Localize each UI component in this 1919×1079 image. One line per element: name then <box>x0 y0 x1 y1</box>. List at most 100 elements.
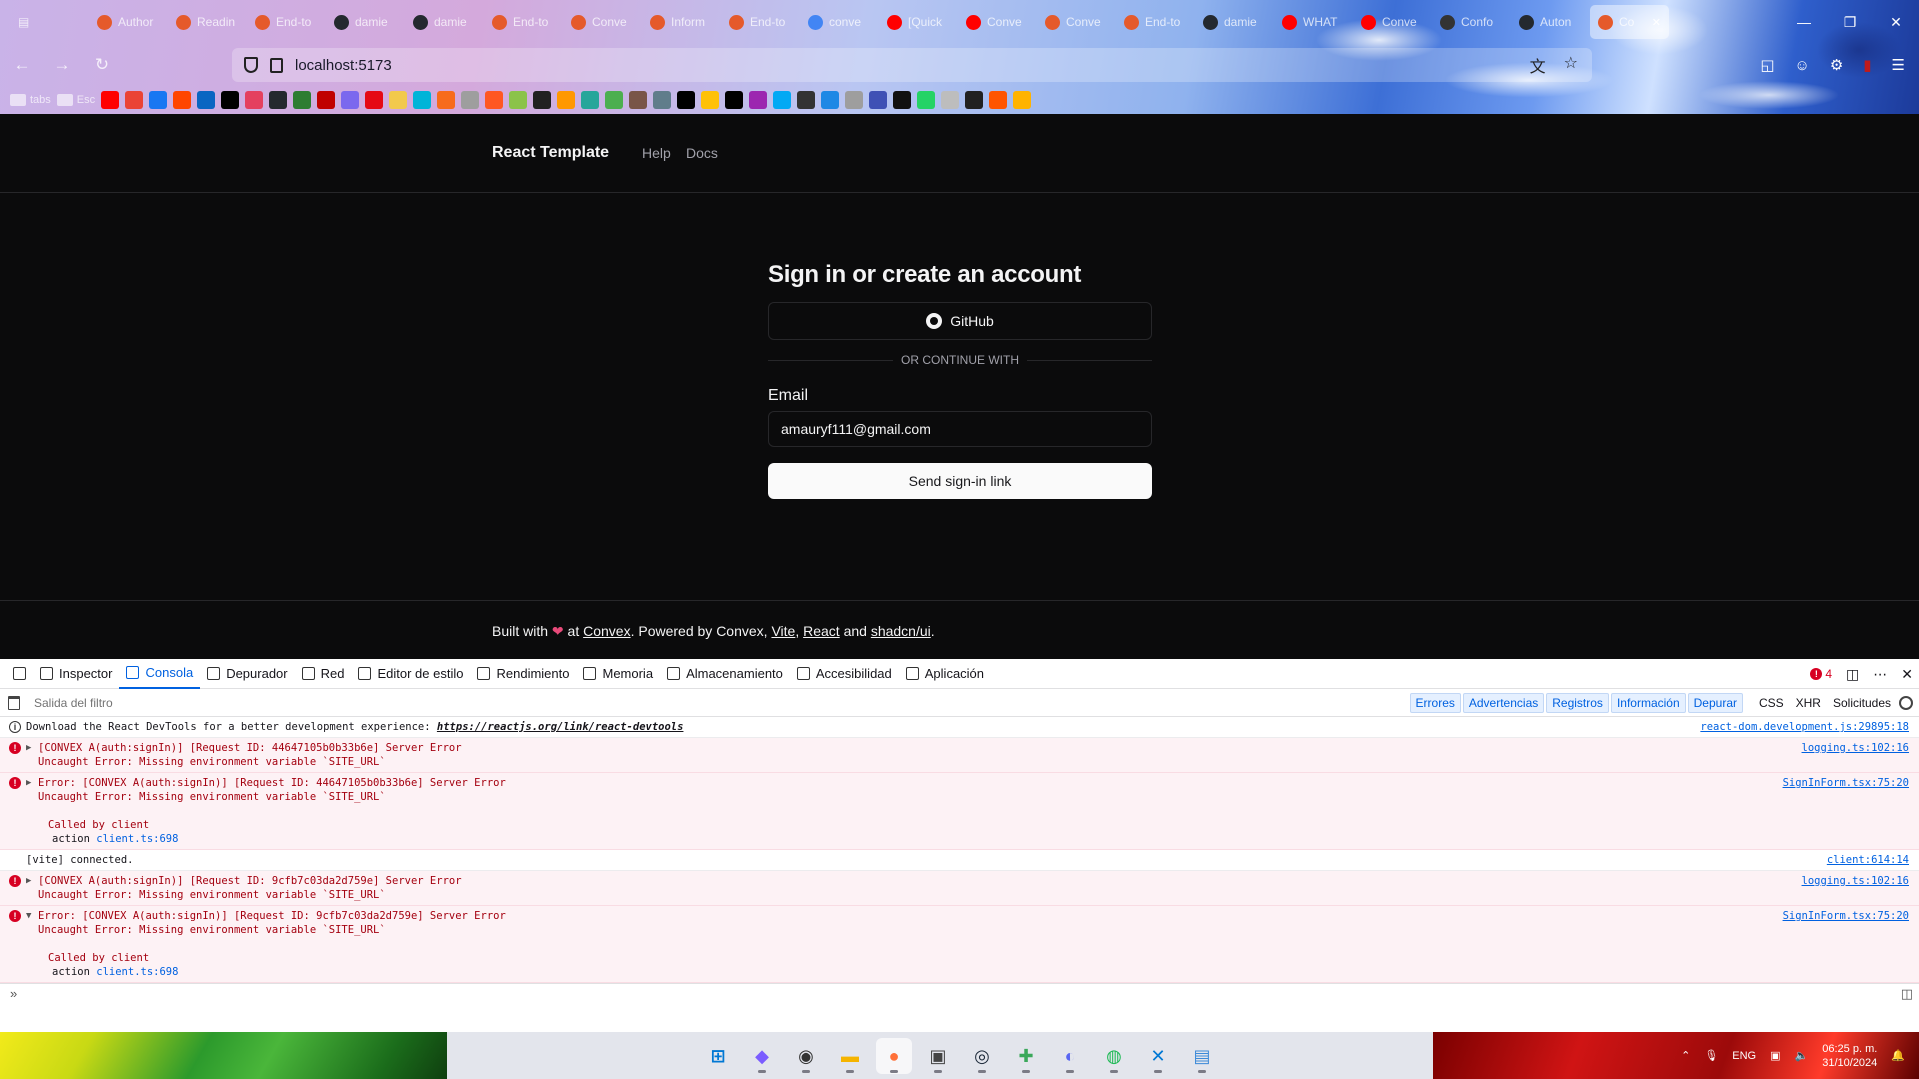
element-picker-icon[interactable] <box>6 659 33 689</box>
request-filter-toggle[interactable]: Solicitudes <box>1833 696 1891 710</box>
bookmark-item[interactable] <box>293 90 312 110</box>
console-message[interactable]: ! ▶ [CONVEX A(auth:signIn)] [Request ID: 4… <box>0 738 1919 773</box>
taskbar-obs-icon[interactable]: ◉ <box>788 1038 824 1074</box>
console-message[interactable]: i Download the React DevTools for a bette… <box>0 717 1919 738</box>
request-filter-toggle[interactable]: CSS <box>1759 696 1784 710</box>
browser-tab[interactable]: Readin <box>168 5 247 39</box>
taskbar-discord-icon[interactable]: ◐ <box>1052 1038 1088 1074</box>
bookmark-item[interactable] <box>245 90 264 110</box>
bookmark-item[interactable] <box>365 90 384 110</box>
bookmark-item[interactable] <box>485 90 504 110</box>
bookmark-item[interactable] <box>581 90 600 110</box>
devtools-tab[interactable]: Inspector <box>33 659 119 689</box>
browser-tab[interactable]: damie <box>1195 5 1274 39</box>
browser-tab[interactable]: Conve <box>563 5 642 39</box>
taskbar-vscode-icon[interactable]: ✕ <box>1140 1038 1176 1074</box>
more-options-icon[interactable]: ⋯ <box>1873 666 1887 683</box>
devtools-tab[interactable]: Aplicación <box>899 659 991 689</box>
bookmark-item[interactable] <box>509 90 528 110</box>
bookmark-item[interactable] <box>989 90 1008 110</box>
browser-tab[interactable]: End-to <box>721 5 800 39</box>
log-level-toggle[interactable]: Información <box>1610 693 1686 713</box>
nav-link-help[interactable]: Help <box>642 145 671 161</box>
close-tab-icon[interactable]: ✕ <box>1652 16 1661 29</box>
expand-triangle-icon[interactable]: ▶ <box>26 741 31 755</box>
bookmark-item[interactable] <box>605 90 624 110</box>
bookmark-item[interactable] <box>317 90 336 110</box>
browser-tab[interactable]: conve <box>800 5 879 39</box>
bookmark-item[interactable] <box>125 90 144 110</box>
log-level-toggle[interactable]: Registros <box>1546 693 1609 713</box>
account-icon[interactable]: ☺ <box>1795 57 1810 74</box>
bookmark-item[interactable] <box>893 90 912 110</box>
console-message[interactable]: ! ▶ [CONVEX A(auth:signIn)] [Request ID: 9… <box>0 871 1919 906</box>
bookmark-item[interactable] <box>821 90 840 110</box>
devtools-tab[interactable]: Editor de estilo <box>351 659 470 689</box>
browser-tab[interactable]: End-to <box>247 5 326 39</box>
bookmark-item[interactable] <box>221 90 240 110</box>
console-message[interactable]: ! ▶ Error: [CONVEX A(auth:signIn)] [Reques… <box>0 773 1919 850</box>
bookmark-item[interactable] <box>341 90 360 110</box>
bookmark-item[interactable] <box>965 90 984 110</box>
devtools-tab[interactable]: Red <box>295 659 352 689</box>
taskbar-spotify-icon[interactable]: ◍ <box>1096 1038 1132 1074</box>
devtools-link[interactable]: https://reactjs.org/link/react-devtools <box>437 721 684 733</box>
filter-output-input[interactable] <box>34 695 434 710</box>
message-source-link[interactable]: react-dom.development.js:29895:18 <box>1700 720 1909 734</box>
stack-source-link[interactable]: client.ts:698 <box>96 833 178 845</box>
bookmark-item[interactable] <box>269 90 288 110</box>
bookmark-item[interactable] <box>533 90 552 110</box>
message-source-link[interactable]: logging.ts:102:16 <box>1802 741 1909 755</box>
stack-source-link[interactable]: client.ts:698 <box>96 966 178 978</box>
mic-icon[interactable]: 🎙 <box>1704 1049 1718 1062</box>
devtools-tab[interactable]: Accesibilidad <box>790 659 899 689</box>
browser-tab[interactable]: Co ✕ <box>1590 5 1669 39</box>
restore-icon[interactable]: ❐ <box>1827 0 1873 44</box>
bookmark-star-icon[interactable]: ☆ <box>1564 53 1578 77</box>
language-indicator[interactable]: ENG <box>1732 1050 1756 1062</box>
bookmark-item[interactable] <box>173 90 192 110</box>
nav-link-docs[interactable]: Docs <box>686 145 718 161</box>
taskbar-minecraft-icon[interactable]: ▣ <box>920 1038 956 1074</box>
taskbar-steam-icon[interactable]: ◎ <box>964 1038 1000 1074</box>
translate-icon[interactable]: 文 <box>1530 53 1546 77</box>
close-devtools-icon[interactable]: ✕ <box>1901 666 1913 683</box>
log-level-toggle[interactable]: Advertencias <box>1462 693 1545 713</box>
taskbar-start-icon[interactable]: ⊞ <box>700 1038 736 1074</box>
bookmark-item[interactable] <box>197 90 216 110</box>
taskbar-files-icon[interactable]: ▬ <box>832 1038 868 1074</box>
browser-tab[interactable]: Author <box>89 5 168 39</box>
expand-triangle-icon[interactable]: ▶ <box>26 776 31 790</box>
notifications-icon[interactable]: 🔔 <box>1891 1049 1905 1062</box>
taskbar-firefox-icon[interactable]: ● <box>876 1038 912 1074</box>
browser-tab[interactable]: [Quick <box>879 5 958 39</box>
message-source-link[interactable]: SignInForm.tsx:75:20 <box>1783 909 1909 923</box>
bookmark-item[interactable] <box>725 90 744 110</box>
tray-overflow-icon[interactable]: ⌃ <box>1681 1049 1690 1062</box>
vite-link[interactable]: Vite <box>771 623 795 639</box>
bookmark-item[interactable] <box>629 90 648 110</box>
browser-tab[interactable]: Conve <box>1353 5 1432 39</box>
browser-tab[interactable]: damie <box>326 5 405 39</box>
tracking-shield-icon[interactable] <box>244 57 258 73</box>
taskbar-notepad-icon[interactable]: ▤ <box>1184 1038 1220 1074</box>
volume-icon[interactable]: 🔈 <box>1795 1049 1809 1062</box>
browser-tab[interactable]: Conve <box>958 5 1037 39</box>
bookmark-item[interactable] <box>845 90 864 110</box>
react-link[interactable]: React <box>803 623 840 639</box>
reload-icon[interactable]: ↻ <box>84 49 120 81</box>
message-source-link[interactable]: logging.ts:102:16 <box>1802 874 1909 888</box>
bookmark-folder[interactable]: Esc <box>56 90 95 110</box>
browser-tab[interactable]: End-to <box>1116 5 1195 39</box>
network-icon[interactable]: ▣ <box>1770 1049 1780 1062</box>
bookmark-item[interactable] <box>437 90 456 110</box>
bookmark-item[interactable] <box>389 90 408 110</box>
convex-link[interactable]: Convex <box>583 623 630 639</box>
minimize-icon[interactable]: — <box>1781 0 1827 44</box>
taskbar-app-icon[interactable]: ✚ <box>1008 1038 1044 1074</box>
email-field[interactable] <box>768 411 1152 447</box>
browser-tab[interactable]: Conve <box>1037 5 1116 39</box>
log-level-toggle[interactable]: Errores <box>1409 693 1461 713</box>
bookmark-item[interactable] <box>917 90 936 110</box>
bookmark-item[interactable] <box>101 90 120 110</box>
